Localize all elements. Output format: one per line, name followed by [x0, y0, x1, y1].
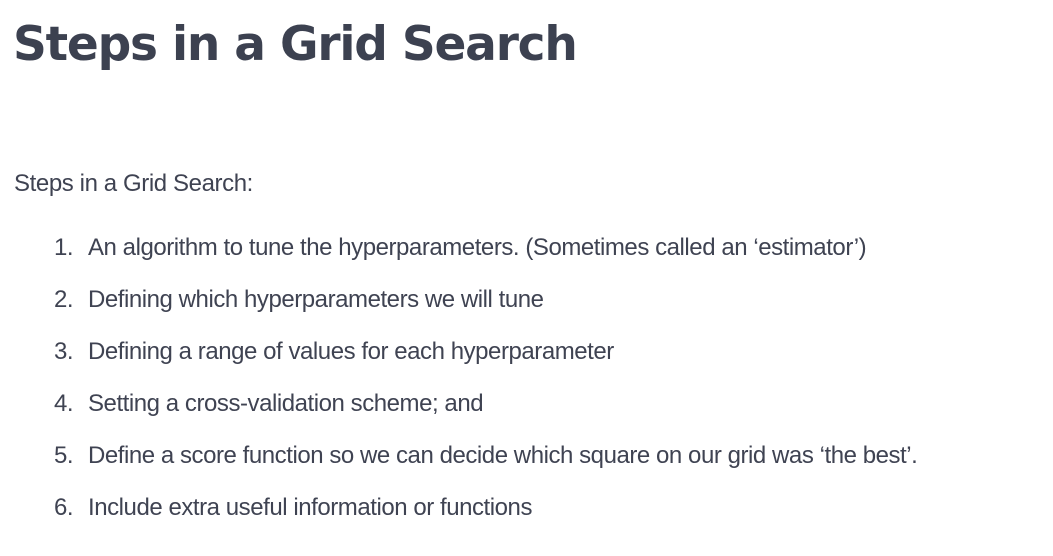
step-text: Defining which hyperparameters we will t… [88, 286, 544, 313]
step-number: 1. [54, 234, 74, 261]
step-text: Define a score function so we can decide… [88, 442, 918, 469]
step-number: 2. [54, 286, 74, 313]
intro-text: Steps in a Grid Search: [14, 170, 253, 197]
step-number: 3. [54, 338, 74, 365]
list-item: 4. Setting a cross-validation scheme; an… [54, 386, 1044, 438]
list-item: 5. Define a score function so we can dec… [54, 438, 1044, 490]
step-number: 4. [54, 390, 74, 417]
list-item: 3. Defining a range of values for each h… [54, 334, 1044, 386]
step-text: Include extra useful information or func… [88, 494, 533, 521]
steps-list: 1. An algorithm to tune the hyperparamet… [54, 230, 1044, 542]
step-number: 5. [54, 442, 74, 469]
list-item: 1. An algorithm to tune the hyperparamet… [54, 230, 1044, 282]
step-number: 6. [54, 494, 74, 521]
page-title: Steps in a Grid Search [13, 17, 578, 72]
list-item: 2. Defining which hyperparameters we wil… [54, 282, 1044, 334]
step-text: Setting a cross-validation scheme; and [88, 390, 484, 417]
list-item: 6. Include extra useful information or f… [54, 490, 1044, 542]
step-text: An algorithm to tune the hyperparameters… [88, 234, 867, 261]
step-text: Defining a range of values for each hype… [88, 338, 614, 365]
